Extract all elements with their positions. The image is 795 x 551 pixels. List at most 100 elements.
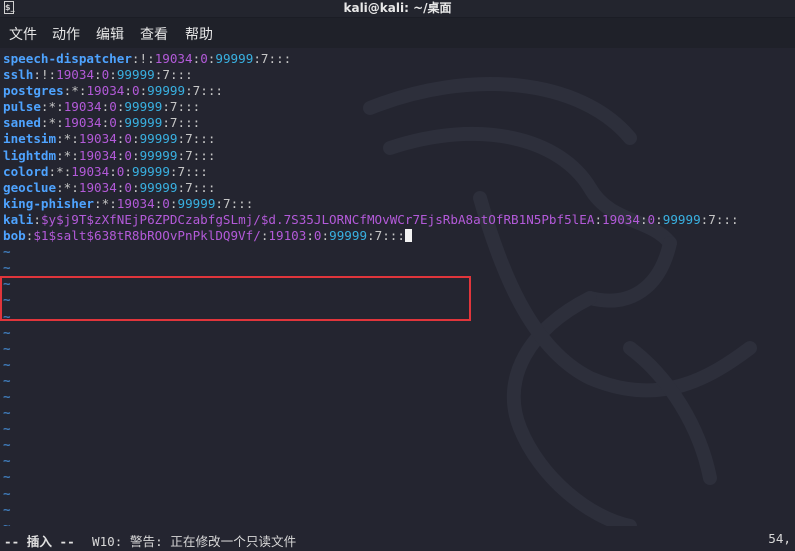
separator: : — [40, 115, 49, 131]
max-age: 99999 — [124, 99, 163, 115]
separator: : — [56, 99, 64, 115]
min-age: 0 — [124, 179, 132, 195]
password-hash: ! — [40, 67, 49, 83]
separator: : — [71, 131, 79, 147]
min-age: 0 — [109, 115, 117, 131]
separator: : — [124, 163, 132, 179]
menu-edit[interactable]: 编辑 — [96, 24, 124, 44]
trailing-fields: ::: — [192, 147, 216, 163]
max-age: 99999 — [116, 67, 155, 83]
max-age: 99999 — [131, 163, 170, 179]
empty-line-tilde: ~ — [3, 501, 11, 517]
separator: : — [71, 179, 79, 195]
separator: : — [109, 195, 117, 211]
empty-line-tilde: ~ — [3, 260, 11, 276]
window-titlebar[interactable]: $_ kali@kali: ~/桌面 — [0, 0, 795, 17]
username: pulse — [3, 99, 41, 115]
password-hash: $1$salt$638tR8bROOvPnPklDQ9Vf/ — [33, 228, 261, 244]
separator: : — [147, 51, 155, 66]
warn-period: 7 — [177, 163, 186, 179]
separator: : — [33, 67, 41, 83]
separator: : — [639, 211, 648, 227]
min-age: 0 — [109, 99, 117, 115]
username: inetsim — [3, 131, 57, 147]
max-age: 99999 — [215, 51, 254, 66]
max-age: 99999 — [124, 115, 163, 131]
min-age: 0 — [313, 228, 322, 244]
password-hash: $y$j9T$zXfNEjP6ZPDCzabfgSLmj/$d.7S35JLOR… — [40, 211, 595, 227]
max-age: 99999 — [139, 147, 178, 163]
shadow-line: bob:$1$salt$638tR8bROOvPnPklDQ9Vf/:19103… — [3, 228, 739, 244]
shadow-line: saned:*:19034:0:99999:7::: — [3, 115, 739, 131]
window-title: kali@kali: ~/桌面 — [343, 1, 452, 15]
separator: : — [71, 147, 79, 163]
trailing-fields: ::: — [715, 211, 739, 227]
separator: : — [177, 147, 186, 163]
shadow-line: pulse:*:19034:0:99999:7::: — [3, 99, 739, 115]
warn-period: 7 — [162, 67, 170, 83]
empty-line-tilde: ~ — [3, 244, 11, 260]
separator: : — [56, 131, 64, 147]
vim-status-bar: -- 插入 -- W10: 警告: 正在修改一个只读文件 54, — [0, 526, 795, 551]
warn-period: 7 — [260, 51, 269, 66]
shadow-line: king-phisher:*:19034:0:99999:7::: — [3, 196, 739, 212]
username: sslh — [3, 67, 34, 83]
shadow-line: colord:*:19034:0:99999:7::: — [3, 164, 739, 180]
separator: : — [109, 163, 117, 179]
empty-line-tilde: ~ — [3, 324, 11, 340]
separator: : — [33, 211, 41, 227]
min-age: 0 — [131, 83, 140, 99]
separator: : — [40, 99, 49, 115]
separator: : — [162, 99, 170, 115]
warn-period: 7 — [185, 131, 193, 147]
min-age: 0 — [124, 147, 132, 163]
shadow-line: speech-dispatcher:!:19034:0:99999:7::: — [3, 51, 739, 67]
separator: : — [48, 67, 57, 83]
trailing-fields: ::: — [192, 179, 216, 195]
menu-help[interactable]: 帮助 — [185, 24, 213, 44]
separator: : — [124, 83, 132, 99]
warn-period: 7 — [169, 115, 178, 131]
username: lightdm — [3, 147, 57, 163]
empty-line-tilde: ~ — [3, 405, 11, 421]
separator: : — [169, 163, 178, 179]
separator: : — [367, 228, 375, 244]
separator: : — [131, 131, 140, 147]
menu-bar: 文件 动作 编辑 查看 帮助 — [0, 18, 795, 48]
min-age: 0 — [162, 195, 170, 211]
warn-period: 7 — [169, 99, 178, 115]
username: saned — [3, 115, 41, 131]
min-age: 0 — [124, 131, 132, 147]
warn-period: 7 — [185, 179, 193, 195]
max-age: 99999 — [329, 228, 368, 244]
empty-line-tilde: ~ — [3, 437, 11, 453]
warn-period: 7 — [223, 195, 231, 211]
separator: : — [321, 228, 330, 244]
menu-view[interactable]: 查看 — [140, 24, 168, 44]
empty-line-tilde: ~ — [3, 372, 11, 388]
last-change-date: 19034 — [63, 99, 102, 115]
separator: : — [131, 179, 140, 195]
password-hash: * — [48, 99, 57, 115]
menu-file[interactable]: 文件 — [9, 24, 37, 44]
highlight-box — [0, 276, 471, 321]
shadow-line: kali:$y$j9T$zXfNEjP6ZPDCzabfgSLmj/$d.7S3… — [3, 212, 739, 228]
trailing-fields: ::: — [382, 228, 405, 244]
max-age: 99999 — [662, 211, 701, 227]
readonly-warning: W10: 警告: 正在修改一个只读文件 — [92, 534, 297, 549]
username: king-phisher — [3, 195, 94, 211]
menu-actions[interactable]: 动作 — [52, 24, 80, 44]
last-change-date: 19034 — [86, 83, 125, 99]
separator: : — [306, 228, 314, 244]
separator: : — [94, 67, 102, 83]
max-age: 99999 — [177, 195, 216, 211]
empty-line-tilde: ~ — [3, 517, 11, 526]
last-change-date: 19034 — [78, 147, 117, 163]
terminal-area[interactable]: speech-dispatcher:!:19034:0:99999:7::: ss… — [0, 48, 795, 526]
text-cursor — [404, 229, 412, 243]
last-change-date: 19034 — [154, 51, 193, 66]
last-change-date: 19034 — [602, 211, 640, 227]
last-change-date: 19034 — [78, 179, 117, 195]
separator: : — [594, 211, 603, 227]
trailing-fields: ::: — [230, 195, 254, 211]
